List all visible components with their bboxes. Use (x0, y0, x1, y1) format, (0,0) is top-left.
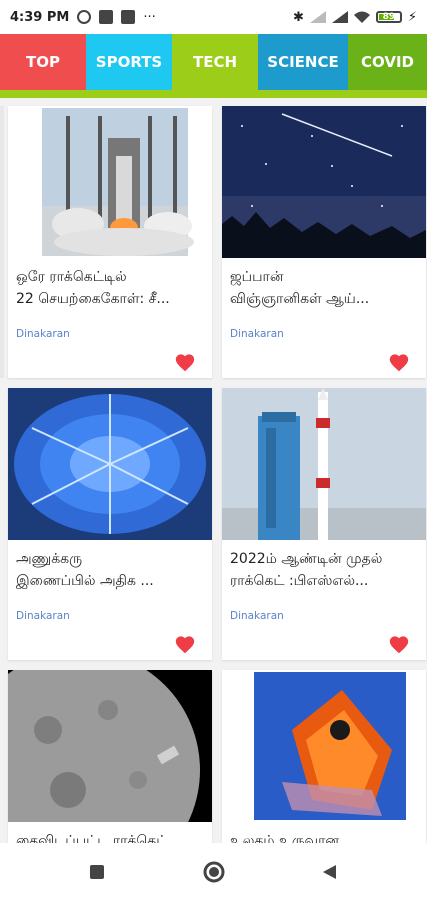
battery-level: 89 (382, 12, 396, 22)
article-card[interactable]: ஒரே ராக்கெட்டில் 22 செயற்கைகோள்: சீ... D… (8, 106, 212, 378)
article-image-moon (8, 670, 212, 822)
status-bar: 4:39 PM ··· ✱ 89 ⚡ (0, 0, 427, 34)
article-title[interactable]: ஒரே ராக்கெட்டில் 22 செயற்கைகோள்: சீ... (16, 266, 204, 310)
recents-button[interactable] (77, 852, 117, 892)
tab-sports-label: SPORTS (95, 53, 163, 71)
square-icon (89, 864, 104, 879)
more-notifications: ··· (143, 9, 156, 25)
battery-icon: 89 (375, 11, 402, 23)
heart-icon[interactable] (388, 352, 410, 374)
tab-top[interactable]: TOP (0, 34, 86, 90)
tab-indicator (0, 90, 427, 98)
article-image-pslv-rocket (222, 388, 426, 540)
signal-icon (309, 11, 326, 23)
article-card[interactable]: 2022ம் ஆண்டின் முதல் ராக்கெட் :பிஎஸ்எல்.… (222, 388, 426, 660)
article-source: Dinakaran (230, 610, 284, 622)
article-image-fusion-reactor (8, 388, 212, 540)
dnd-icon (77, 10, 92, 24)
signal-icon-2 (331, 11, 348, 23)
article-card[interactable]: அணுக்கரு இணைப்பில் அதிக ... Dinakaran (8, 388, 212, 660)
article-title[interactable]: அணுக்கரு இணைப்பில் அதிக ... (16, 548, 204, 592)
tab-tech[interactable]: TECH (172, 34, 258, 90)
article-grid[interactable]: ஒரே ராக்கெட்டில் 22 செயற்கைகோள்: சீ... D… (0, 98, 427, 843)
article-title[interactable]: ஜப்பான் விஞ்ஞானிகள் ஆய்... (230, 266, 418, 310)
message-icon (99, 10, 114, 24)
home-button[interactable] (194, 852, 234, 892)
tab-tech-label: TECH (192, 53, 238, 71)
tab-science[interactable]: SCIENCE (258, 34, 348, 90)
tab-covid[interactable]: COVID (348, 34, 427, 90)
tab-sports[interactable]: SPORTS (86, 34, 172, 90)
article-title[interactable]: கைவிடப்பட்ட ராக்கெட் (16, 830, 204, 843)
wifi-icon (353, 11, 370, 23)
tab-science-label: SCIENCE (267, 53, 339, 71)
back-button[interactable] (310, 852, 350, 892)
chat-icon (121, 10, 136, 24)
heart-icon[interactable] (174, 352, 196, 374)
triangle-back-icon (323, 864, 337, 879)
article-source: Dinakaran (16, 328, 70, 340)
category-tabs: TOP SPORTS TECH SCIENCE COVID (0, 34, 427, 90)
article-card[interactable]: கைவிடப்பட்ட ராக்கெட் (8, 670, 212, 843)
heart-icon[interactable] (174, 634, 196, 656)
article-title[interactable]: 2022ம் ஆண்டின் முதல் ராக்கெட் :பிஎஸ்எல்.… (230, 548, 418, 592)
tab-covid-label: COVID (361, 53, 414, 71)
charging-icon: ⚡ (407, 9, 417, 25)
article-source: Dinakaran (230, 328, 284, 340)
article-card[interactable]: ஜப்பான் விஞ்ஞானிகள் ஆய்... Dinakaran (222, 106, 426, 378)
circle-icon (203, 861, 224, 882)
tab-top-label: TOP (26, 53, 60, 71)
article-image-rocket-launch (8, 106, 212, 258)
article-image-universe (222, 670, 426, 822)
bluetooth-icon: ✱ (292, 9, 304, 25)
article-title[interactable]: உலகம் உருவான (230, 830, 418, 843)
article-card[interactable]: உலகம் உருவான (222, 670, 426, 843)
article-source: Dinakaran (16, 610, 70, 622)
article-image-night-sky (222, 106, 426, 258)
heart-icon[interactable] (388, 634, 410, 656)
scroll-edge (0, 106, 4, 378)
status-time: 4:39 PM (10, 9, 70, 25)
system-nav-bar (0, 843, 427, 900)
